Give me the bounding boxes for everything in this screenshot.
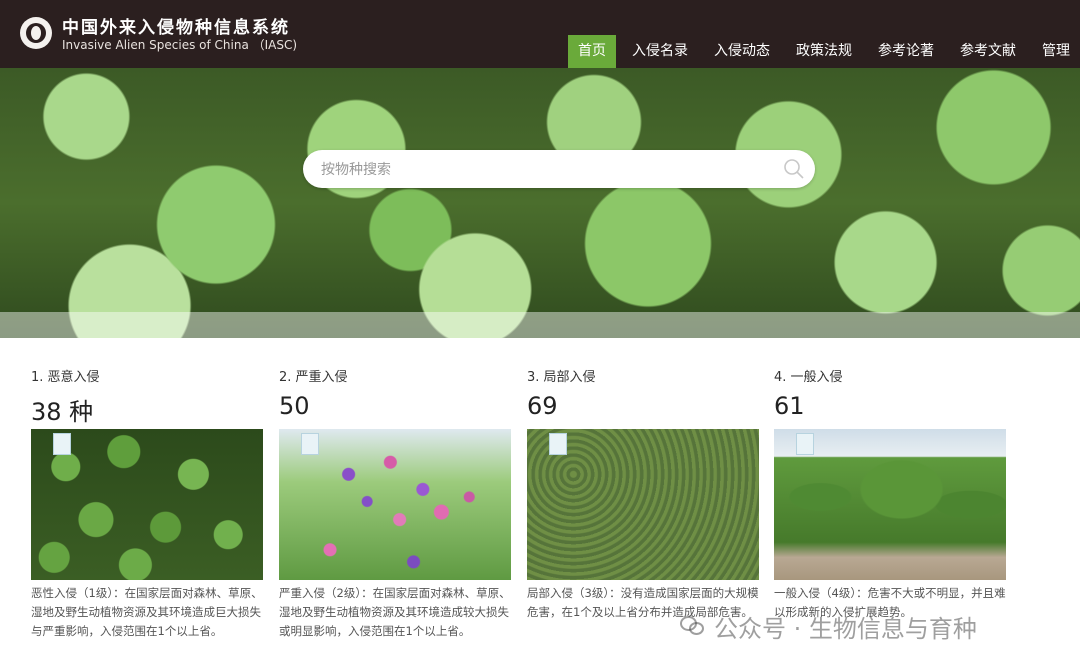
logo-badge-icon bbox=[53, 433, 71, 455]
category-description: 恶性入侵（1级）：在国家层面对森林、草原、湿地及野生动植物资源及其环境造成巨大损… bbox=[31, 586, 263, 638]
category-description: 严重入侵（2级）：在国家层面对森林、草原、湿地及野生动植物资源及其环境造成较大损… bbox=[279, 586, 511, 638]
main-nav: 首页 入侵名录 入侵动态 政策法规 参考论著 参考文献 管理 bbox=[568, 35, 1080, 68]
category-count: 69 bbox=[527, 392, 558, 420]
category-title[interactable]: 1. 恶意入侵 bbox=[31, 366, 263, 385]
logo-icon[interactable] bbox=[20, 17, 52, 49]
wechat-icon bbox=[680, 616, 704, 636]
category-image[interactable] bbox=[279, 429, 511, 580]
hero-banner bbox=[0, 68, 1080, 338]
logo-badge-icon bbox=[301, 433, 319, 455]
logo-badge-icon bbox=[549, 433, 567, 455]
category-image[interactable] bbox=[527, 429, 759, 580]
category-image[interactable] bbox=[774, 429, 1006, 580]
site-title-cn[interactable]: 中国外来入侵物种信息系统 bbox=[62, 13, 290, 38]
nav-item-admin[interactable]: 管理 bbox=[1032, 35, 1080, 68]
search-icon[interactable] bbox=[783, 158, 805, 180]
search-input[interactable] bbox=[319, 150, 763, 190]
watermark: 公众号 · 生物信息与育种 bbox=[680, 610, 977, 643]
search-bar bbox=[303, 150, 815, 190]
category-count: 50 bbox=[279, 392, 310, 420]
category-title[interactable]: 4. 一般入侵 bbox=[774, 366, 1006, 385]
nav-item-home[interactable]: 首页 bbox=[568, 35, 616, 68]
nav-item-references[interactable]: 参考文献 bbox=[950, 35, 1026, 68]
category-image[interactable] bbox=[31, 429, 263, 580]
category-title[interactable]: 2. 严重入侵 bbox=[279, 366, 511, 385]
category-card-severe[interactable]: 2. 严重入侵 50 严重入侵（2级）：在国家层面对森林、草原、湿地及野生动植物… bbox=[279, 366, 511, 641]
category-count: 61 bbox=[774, 392, 805, 420]
hero-fade-strip bbox=[0, 312, 1080, 338]
logo-badge-icon bbox=[796, 433, 814, 455]
site-header: 中国外来入侵物种信息系统 Invasive Alien Species of C… bbox=[0, 0, 1080, 68]
nav-item-invasion-list[interactable]: 入侵名录 bbox=[622, 35, 698, 68]
category-card-malignant[interactable]: 1. 恶意入侵 38 种 恶性入侵（1级）：在国家层面对森林、草原、湿地及野生动… bbox=[31, 366, 263, 641]
category-count: 38 种 bbox=[31, 398, 94, 426]
watermark-text: 公众号 · 生物信息与育种 bbox=[714, 614, 977, 643]
nav-item-invasion-news[interactable]: 入侵动态 bbox=[704, 35, 780, 68]
nav-item-reference-works[interactable]: 参考论著 bbox=[868, 35, 944, 68]
category-title[interactable]: 3. 局部入侵 bbox=[527, 366, 759, 385]
site-title-en: Invasive Alien Species of China （IASC) bbox=[62, 38, 298, 52]
category-card-general[interactable]: 4. 一般入侵 61 一般入侵（4级）：危害不大或不明显，并且难以形成新的入侵扩… bbox=[774, 366, 1006, 622]
nav-item-policies[interactable]: 政策法规 bbox=[786, 35, 862, 68]
category-card-local[interactable]: 3. 局部入侵 69 局部入侵（3级）：没有造成国家层面的大规模危害，在1个及以… bbox=[527, 366, 759, 622]
